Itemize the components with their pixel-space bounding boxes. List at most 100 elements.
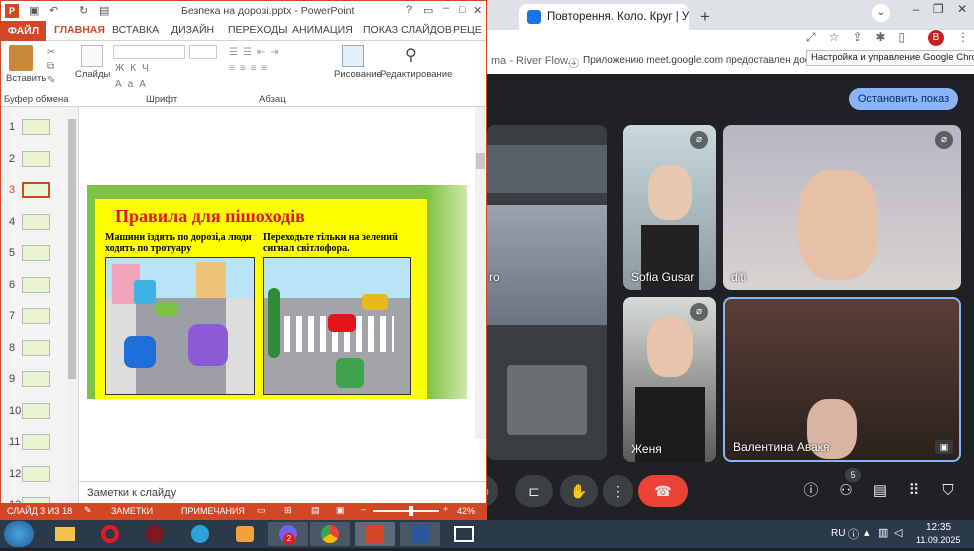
drawing-icon[interactable] [342, 45, 364, 67]
participant-tile[interactable]: ⌀ diti [723, 125, 961, 290]
host-controls-icon[interactable]: ⛉ [937, 480, 959, 502]
slide-sorter-icon[interactable]: ⊞ [284, 505, 292, 516]
undo-icon[interactable]: ↶ [49, 4, 58, 17]
new-tab-button[interactable]: + [694, 6, 716, 28]
participant-tile[interactable]: ⌀ Sofia Gusar [623, 125, 716, 290]
paste-button[interactable]: Вставить [6, 73, 46, 84]
tab-review[interactable]: РЕЦЕ [453, 24, 482, 36]
network-icon[interactable]: ▥ [878, 526, 888, 539]
ppt-minimize-icon[interactable]: – [443, 2, 449, 14]
opera-icon[interactable] [90, 522, 130, 546]
close-window-icon[interactable]: ✕ [957, 2, 967, 22]
bookmark-star-icon[interactable]: ☆ [829, 30, 840, 45]
clock-time[interactable]: 12:35 [926, 522, 951, 533]
edit-scrollbar[interactable] [475, 107, 486, 439]
spellcheck-icon[interactable]: ✎ [84, 505, 92, 516]
participant-tile[interactable]: ⌀ Женя [623, 297, 716, 462]
thumb-scrollbar[interactable] [67, 109, 77, 503]
font-format-icons[interactable]: ЖКЧ [115, 63, 155, 74]
tab-insert[interactable]: ВСТАВКА [112, 24, 159, 36]
volume-icon[interactable]: ◁ [894, 526, 902, 539]
zoom-in-icon[interactable]: + [443, 504, 448, 514]
copy-icon[interactable]: ⧉ [47, 61, 54, 72]
new-slide-icon[interactable] [81, 45, 103, 67]
slide-thumbnail[interactable] [22, 245, 50, 261]
notes-button[interactable]: ЗАМЕТКИ [111, 506, 153, 516]
drawing-button[interactable]: Рисование [334, 69, 382, 80]
help-icon[interactable]: ? [406, 4, 412, 16]
activities-icon[interactable]: ⠿ [903, 480, 925, 502]
chat-icon[interactable]: ▤ [869, 480, 891, 502]
chrome-menu-icon[interactable]: ⋮ [957, 30, 969, 44]
slide-thumbnail[interactable] [22, 182, 50, 198]
more-options-button[interactable]: ⋮ [603, 475, 633, 507]
chrome-icon[interactable] [310, 522, 350, 546]
tab-home[interactable]: ГЛАВНАЯ [54, 24, 105, 36]
start-button[interactable] [4, 521, 34, 547]
font-size-select[interactable] [189, 45, 217, 59]
reading-view-icon[interactable]: ▤ [311, 505, 320, 516]
find-icon[interactable]: ⚲ [405, 45, 417, 65]
tab-slideshow[interactable]: ПОКАЗ СЛАЙДОВ [363, 24, 452, 36]
zoom-out-icon[interactable]: – [361, 504, 366, 514]
pip-icon[interactable]: ▣ [935, 440, 953, 454]
cast-icon[interactable]: ⤢ [806, 30, 816, 45]
profile-avatar[interactable]: B [928, 30, 944, 46]
zoom-level[interactable]: 42% [457, 506, 475, 516]
paste-icon[interactable] [9, 45, 33, 71]
zoom-slider-thumb[interactable] [409, 506, 413, 516]
language-indicator[interactable]: RU [831, 528, 845, 539]
slide-thumbnail[interactable] [22, 214, 50, 230]
ppt-maximize-icon[interactable]: □ [459, 4, 466, 16]
tab-search-icon[interactable]: ⌄ [872, 4, 890, 22]
slides-button[interactable]: Слайды [75, 69, 110, 80]
minimize-icon[interactable]: – [913, 2, 920, 22]
telegram-icon[interactable] [180, 522, 220, 546]
save-icon[interactable]: ▣ [29, 4, 39, 17]
ribbon-display-icon[interactable]: ▭ [423, 4, 433, 17]
stop-presenting-button[interactable]: Остановить показ [849, 88, 958, 110]
powerpoint-icon[interactable] [355, 522, 395, 546]
app-icon[interactable] [135, 522, 175, 546]
clock-date[interactable]: 11.09.2025 [916, 535, 960, 545]
media-player-icon[interactable] [225, 522, 265, 546]
sidepanel-icon[interactable]: ▯ [899, 30, 906, 45]
slide-thumbnail[interactable] [22, 434, 50, 450]
tray-arrow-icon[interactable]: ▴ [864, 526, 870, 539]
captions-button[interactable]: ⊏ [515, 475, 553, 507]
font-color-icons[interactable]: AaA [115, 79, 152, 90]
slide-thumbnail[interactable] [22, 308, 50, 324]
start-slideshow-icon[interactable]: ▤ [99, 4, 109, 17]
comments-button[interactable]: ПРИМЕЧАНИЯ [181, 506, 245, 516]
slide-thumbnail[interactable] [22, 151, 50, 167]
thumb-scroll-thumb[interactable] [68, 119, 76, 379]
word-icon[interactable] [400, 522, 440, 546]
slide-thumbnail[interactable] [22, 403, 50, 419]
slide-thumbnail[interactable] [22, 340, 50, 356]
edit-scroll-thumb[interactable] [476, 153, 485, 169]
participant-tile-active[interactable]: ▣ Валентина Авакя [723, 297, 961, 462]
ppt-close-icon[interactable]: ✕ [473, 4, 482, 17]
tab-file[interactable]: ФАЙЛ [1, 21, 46, 41]
editing-button[interactable]: Редактирование [380, 69, 452, 80]
font-name-select[interactable] [113, 45, 185, 59]
zoom-slider[interactable] [373, 510, 439, 512]
tab-transitions[interactable]: ПЕРЕХОДЫ [228, 24, 288, 36]
slideshow-view-icon[interactable]: ▣ [336, 505, 345, 516]
help-tray-icon[interactable]: ⓘ [848, 526, 859, 542]
cut-icon[interactable]: ✂ [47, 47, 55, 58]
tab-design[interactable]: ДИЗАЙН [171, 24, 214, 36]
meeting-info-icon[interactable]: ⓘ [800, 480, 822, 502]
browser-tab-active[interactable]: Повторення. Коло. Круг | Урок × [519, 4, 689, 30]
extensions-icon[interactable]: ✱ [875, 30, 885, 45]
normal-view-icon[interactable]: ▭ [257, 505, 266, 516]
window-icon[interactable] [444, 522, 484, 546]
slide-thumbnail[interactable] [22, 277, 50, 293]
slide-thumbnail[interactable] [22, 119, 50, 135]
end-call-button[interactable]: ☎ [638, 475, 688, 507]
format-painter-icon[interactable]: ✎ [47, 75, 55, 86]
people-icon[interactable]: ⚇ [835, 480, 857, 502]
file-explorer-icon[interactable] [45, 522, 85, 546]
raise-hand-button[interactable]: ✋ [560, 475, 598, 507]
slide-thumbnail[interactable] [22, 466, 50, 482]
